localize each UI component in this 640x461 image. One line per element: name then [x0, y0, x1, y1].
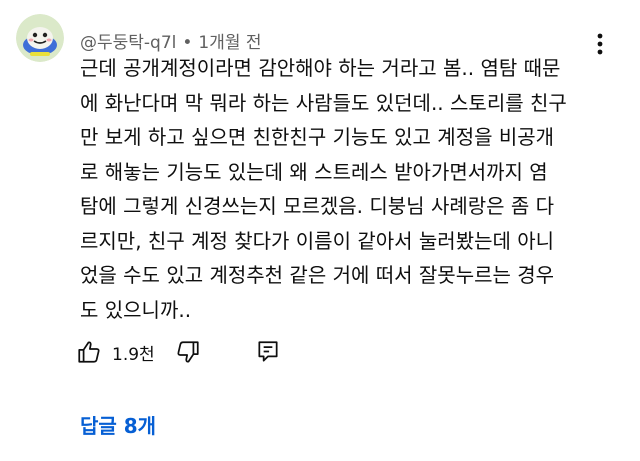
thumbs-down-icon [177, 341, 199, 363]
comment-text-line: 만 보게 하고 싶으면 친한친구 기능도 있고 계정을 비공개 [80, 125, 555, 149]
comment-time[interactable]: 1개월 전 [198, 33, 261, 53]
comment-text-line: 도 있으니까.. [80, 297, 192, 322]
comment-text-line: 르지만, 친구 계정 찾다가 이름이 같아서 눌러봤는데 아니 [80, 228, 555, 253]
comment-meta: @두둥탁-q7l • 1개월 전 [80, 28, 262, 53]
comment-text-line: 에 화난다며 막 뭐라 하는 사람들도 있던데.. 스토리를 친구 [80, 90, 567, 115]
reply-button[interactable] [255, 339, 281, 365]
meta-separator: • [182, 33, 193, 53]
thumbs-up-icon [78, 341, 100, 363]
comment-text-line: 었을 수도 있고 계정추천 같은 거에 떠서 잘못누르는 경우 [80, 263, 555, 287]
avatar-image [16, 14, 64, 62]
view-replies-button[interactable]: 답글 8개 [80, 410, 156, 439]
comment-actions: 1.9천 [76, 336, 281, 368]
reply-comment-icon [258, 341, 278, 362]
comment-text: 근데 공개계정이라면 감안해야 하는 거라고 봄.. 염탐 때문 에 화난다며 … [80, 51, 620, 327]
dislike-button[interactable] [175, 339, 201, 365]
comment-text-line: 근데 공개계정이라면 감안해야 하는 거라고 봄.. 염탐 때문 [80, 56, 561, 80]
comment-text-line: 로 해놓는 기능도 있는데 왜 스트레스 받아가면서까지 염 [80, 159, 548, 184]
comment-author[interactable]: @두둥탁-q7l [80, 33, 176, 53]
avatar[interactable] [16, 14, 64, 62]
like-count: 1.9천 [112, 344, 155, 365]
like-button[interactable] [76, 339, 102, 365]
comment-text-line: 탐에 그렇게 신경쓰는지 모르겠음. 디붕님 사례랑은 좀 다 [80, 194, 555, 218]
